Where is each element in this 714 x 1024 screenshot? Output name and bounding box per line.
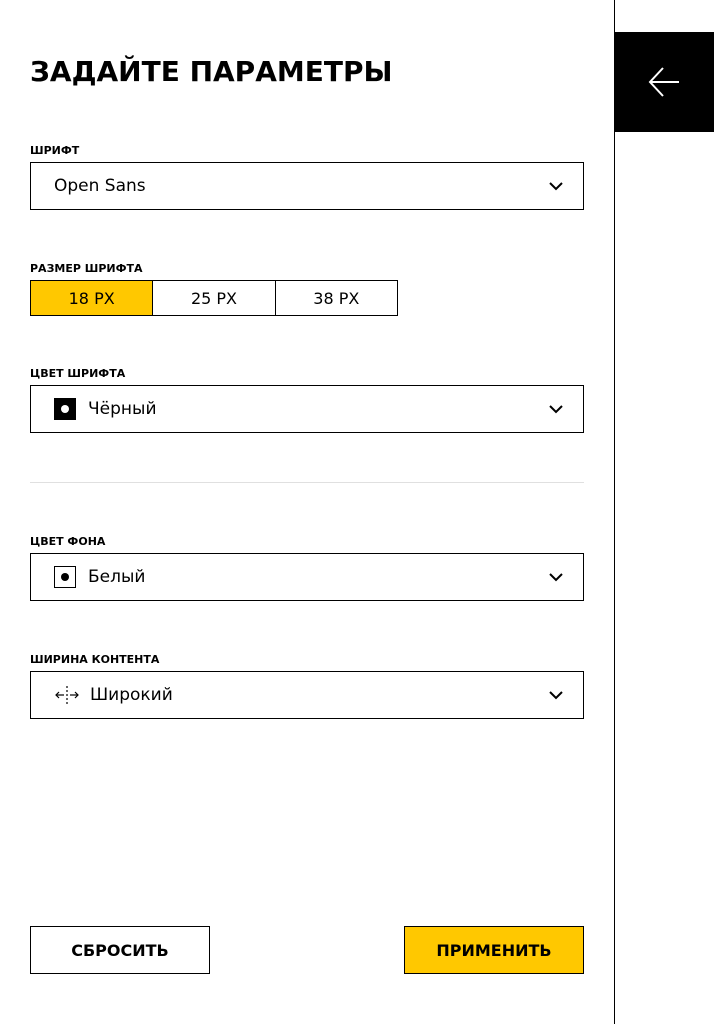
chevron-down-icon: [549, 691, 563, 700]
chevron-down-icon: [549, 182, 563, 191]
font-color-select[interactable]: Чёрный: [30, 385, 584, 433]
back-button[interactable]: [614, 32, 714, 132]
width-expand-icon: [55, 686, 79, 704]
panel-divider: [614, 0, 615, 1024]
bg-color-select-value: Белый: [88, 567, 146, 587]
chevron-down-icon: [549, 405, 563, 414]
section-divider: [30, 482, 584, 483]
bg-color-select[interactable]: Белый: [30, 553, 584, 601]
white-swatch-icon: [54, 566, 76, 588]
font-color-label: ЦВЕТ ШРИФТА: [30, 367, 126, 380]
chevron-down-icon: [549, 573, 563, 582]
font-label: ШРИФТ: [30, 144, 80, 157]
page-title: ЗАДАЙТЕ ПАРАМЕТРЫ: [30, 55, 393, 88]
content-width-label: ШИРИНА КОНТЕНТА: [30, 653, 160, 666]
content-width-select[interactable]: Широкий: [30, 671, 584, 719]
font-size-option-18[interactable]: 18 PX: [31, 281, 153, 315]
settings-panel: ЗАДАЙТЕ ПАРАМЕТРЫ ШРИФТ Open Sans РАЗМЕР…: [0, 0, 614, 1024]
font-size-option-38[interactable]: 38 PX: [274, 281, 397, 315]
font-size-group: 18 PX 25 PX 38 PX: [30, 280, 398, 316]
font-color-select-value: Чёрный: [88, 399, 157, 419]
apply-button[interactable]: ПРИМЕНИТЬ: [404, 926, 584, 974]
arrow-left-icon: [648, 67, 679, 97]
bg-color-label: ЦВЕТ ФОНА: [30, 535, 106, 548]
font-size-option-25[interactable]: 25 PX: [152, 281, 275, 315]
font-select-value: Open Sans: [54, 176, 146, 196]
reset-button[interactable]: СБРОСИТЬ: [30, 926, 210, 974]
black-swatch-icon: [54, 398, 76, 420]
font-size-label: РАЗМЕР ШРИФТА: [30, 262, 143, 275]
content-width-select-value: Широкий: [90, 685, 173, 705]
font-select[interactable]: Open Sans: [30, 162, 584, 210]
